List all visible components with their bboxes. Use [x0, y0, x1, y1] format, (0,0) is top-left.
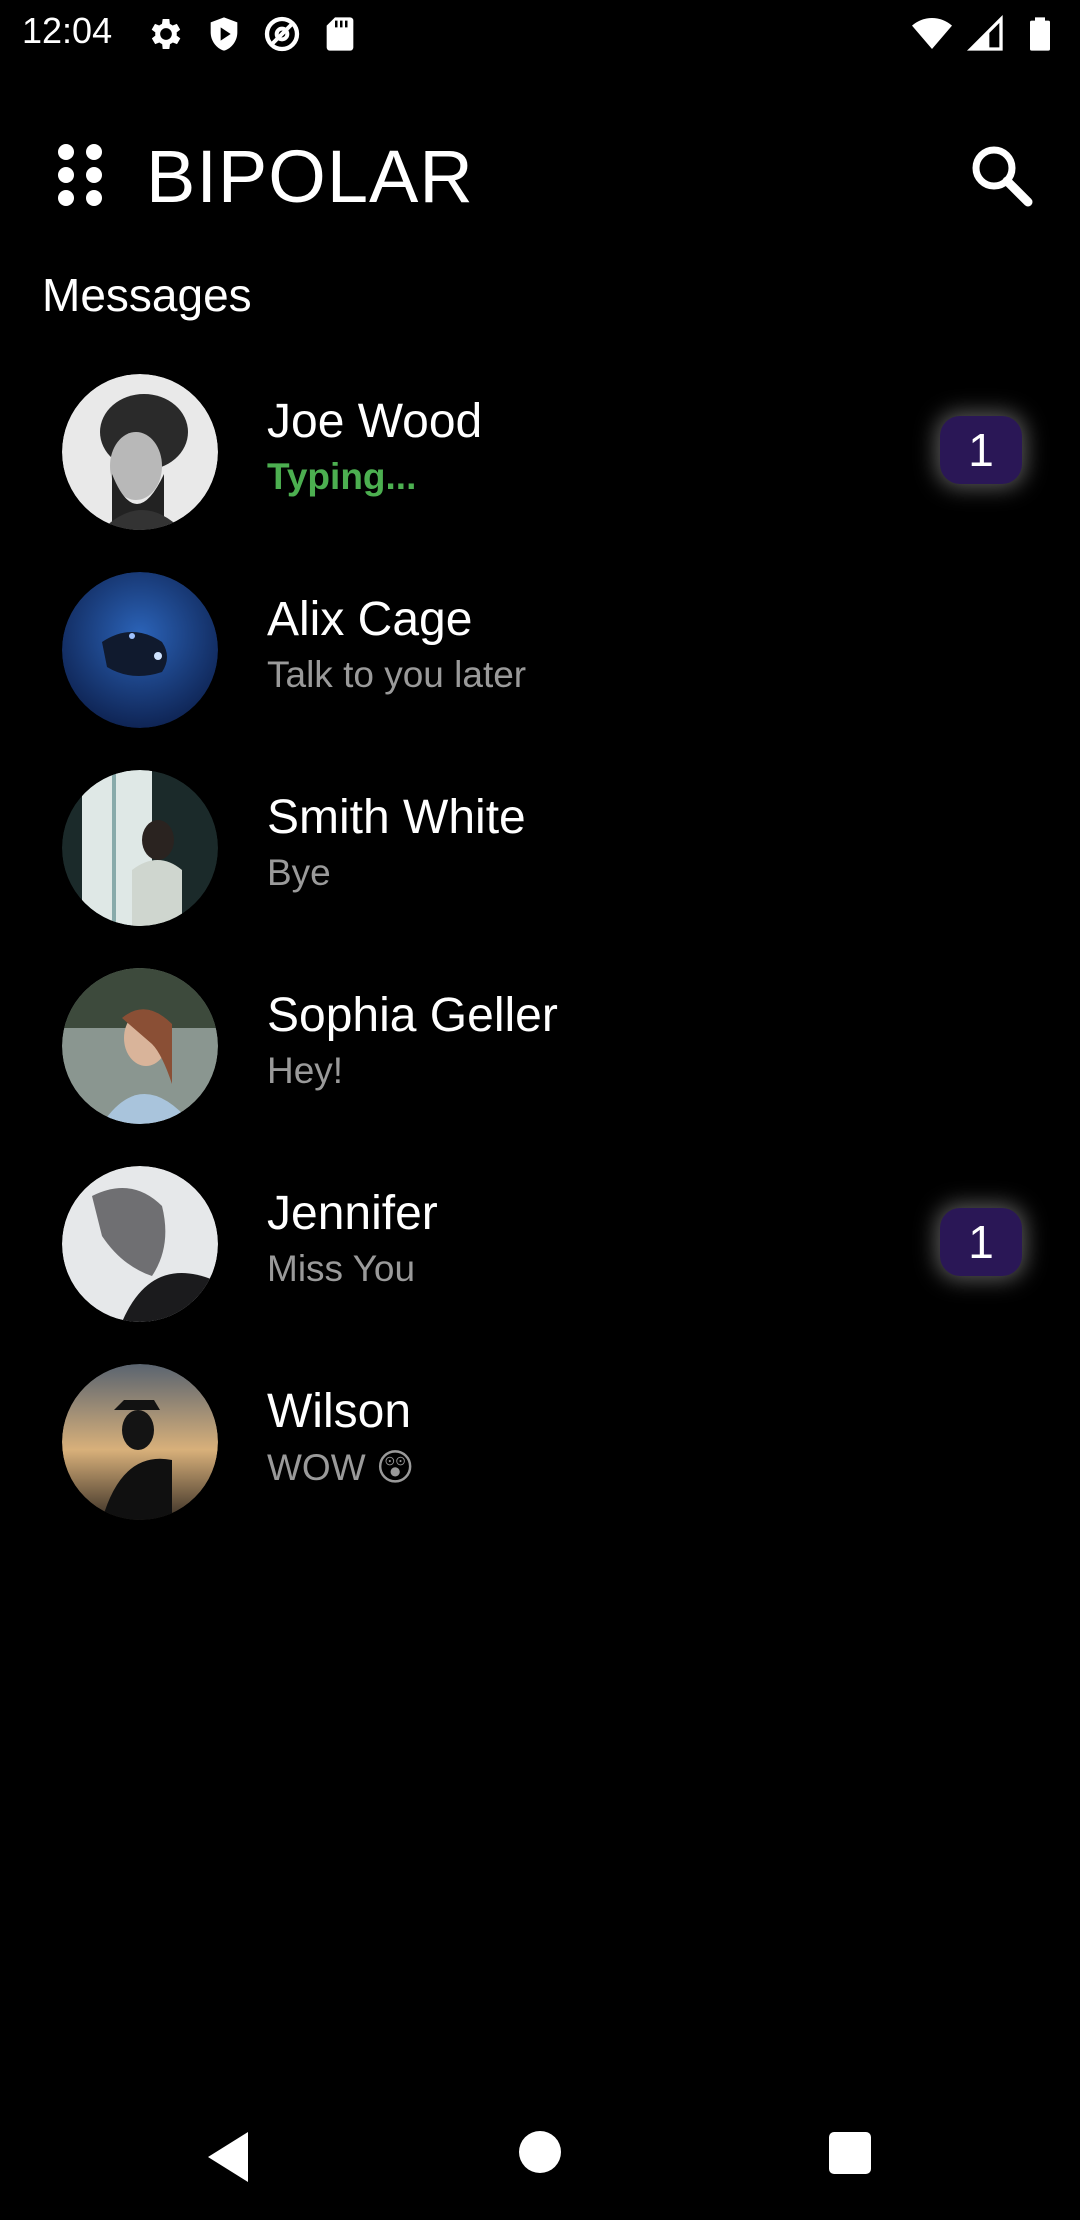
- app-bar: BIPOLAR: [0, 110, 1080, 240]
- section-title: Messages: [42, 269, 252, 321]
- last-message: Talk to you later: [267, 654, 527, 695]
- last-message: Bye: [267, 852, 331, 893]
- avatar: [62, 374, 218, 530]
- at-sign-icon: [264, 16, 300, 52]
- contact-name: Jennifer: [267, 1187, 438, 1240]
- contact-name: Smith White: [267, 791, 526, 844]
- avatar: [62, 1364, 218, 1520]
- back-icon[interactable]: [204, 2130, 252, 2184]
- grid-dots-icon[interactable]: [50, 140, 110, 210]
- avatar: [62, 1166, 218, 1322]
- conversation-item[interactable]: Wilson WOW 😲: [0, 1342, 1080, 1540]
- home-icon[interactable]: [519, 2131, 561, 2173]
- conversation-item[interactable]: Sophia Geller Hey!: [0, 946, 1080, 1144]
- battery-icon: [1030, 17, 1050, 51]
- avatar: [62, 968, 218, 1124]
- avatar: [62, 770, 218, 926]
- shield-icon: [210, 17, 238, 51]
- wifi-icon: [912, 18, 952, 49]
- unread-badge: 1: [940, 1208, 1022, 1276]
- contact-name: Wilson: [267, 1385, 412, 1438]
- conversation-list: Joe Wood Typing... 1 Alix Cage Talk to y…: [0, 352, 1080, 1540]
- conversation-item[interactable]: Alix Cage Talk to you later: [0, 550, 1080, 748]
- contact-name: Sophia Geller: [267, 989, 558, 1042]
- settings-icon: [151, 19, 181, 49]
- status-icons-right: [912, 14, 1060, 54]
- conversation-item[interactable]: Smith White Bye: [0, 748, 1080, 946]
- typing-indicator: Typing...: [267, 456, 417, 497]
- last-message: Hey!: [267, 1050, 344, 1091]
- last-message: WOW 😲: [267, 1447, 415, 1488]
- status-time: 12:04: [22, 10, 113, 51]
- search-icon[interactable]: [966, 140, 1036, 210]
- unread-badge: 1: [940, 416, 1022, 484]
- sd-card-icon: [326, 17, 354, 51]
- contact-name: Joe Wood: [267, 395, 483, 448]
- conversation-item[interactable]: Joe Wood Typing... 1: [0, 352, 1080, 550]
- nav-bar: [0, 2100, 1080, 2220]
- recents-icon[interactable]: [829, 2132, 871, 2174]
- app-title: BIPOLAR: [146, 135, 474, 218]
- contact-name: Alix Cage: [267, 593, 473, 646]
- last-message: Miss You: [267, 1248, 416, 1289]
- status-icons-left: [146, 14, 360, 54]
- status-bar: 12:04: [0, 0, 1080, 66]
- avatar: [62, 572, 218, 728]
- conversation-item[interactable]: Jennifer Miss You 1: [0, 1144, 1080, 1342]
- signal-icon: [966, 14, 1003, 51]
